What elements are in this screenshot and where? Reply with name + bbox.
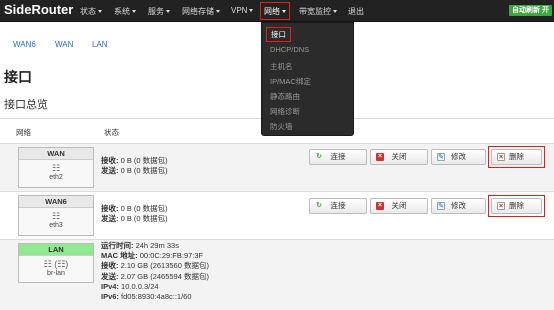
dropdown-item-dhcp-dns[interactable]: DHCP/DNS bbox=[270, 45, 309, 54]
dropdown-item-interfaces[interactable]: 接口 bbox=[266, 27, 291, 42]
device-name: eth3 bbox=[49, 222, 63, 229]
page-title: 接口 bbox=[4, 69, 32, 85]
status-line: IPv4: 10.0.0.3/24 bbox=[101, 281, 159, 291]
close-button[interactable]: × 关闭 bbox=[370, 149, 428, 165]
chevron-down-icon bbox=[333, 10, 337, 13]
menu-bandwidth[interactable]: 带宽监控 bbox=[299, 6, 337, 17]
brand-logo[interactable]: SideRouter bbox=[4, 2, 73, 17]
auto-refresh-badge[interactable]: 自动刷新 开 bbox=[509, 5, 552, 16]
table-row: WAN6 ☷ eth3 接收: 0 B (0 数据包) 发送: 0 B (0 数… bbox=[0, 192, 554, 240]
bridge-icon: ☷ (☷) bbox=[43, 259, 69, 269]
header-status: 状态 bbox=[104, 128, 119, 137]
status-block: 运行时间: 24h 29m 33s MAC 地址: 00:0C:29:FB:97… bbox=[101, 241, 209, 302]
status-line: 发送: 0 B (0 数据包) bbox=[101, 214, 168, 224]
network-name: WAN6 bbox=[19, 196, 93, 208]
network-name: WAN bbox=[19, 148, 93, 160]
edit-button[interactable]: ✎ 修改 bbox=[431, 149, 486, 165]
chevron-down-icon bbox=[132, 10, 136, 13]
network-name: LAN bbox=[19, 244, 93, 256]
network-box-lan: LAN ☷ (☷) br-lan bbox=[18, 243, 94, 283]
ethernet-port-icon: ☷ bbox=[51, 211, 61, 221]
status-line: 接收: 2.10 GB (2613560 数据包) bbox=[101, 261, 209, 271]
network-box-wan: WAN ☷ eth2 bbox=[18, 147, 94, 188]
dropdown-item-hostnames[interactable]: 主机名 bbox=[270, 61, 293, 72]
chevron-down-icon bbox=[98, 10, 102, 13]
status-line: 发送: 2.07 GB (2465594 数据包) bbox=[101, 271, 209, 281]
status-line: 接收: 0 B (0 数据包) bbox=[101, 156, 168, 165]
top-navbar: SideRouter 状态 系统 服务 网络存储 VPN 网络 带宽监控 退出 … bbox=[0, 0, 554, 22]
table-row: WAN ☷ eth2 接收: 0 B (0 数据包) 发送: 0 B (0 数据… bbox=[0, 144, 554, 192]
dropdown-item-firewall[interactable]: 防火墙 bbox=[270, 121, 293, 132]
device-name: br-lan bbox=[47, 270, 65, 277]
dropdown-item-diagnostics[interactable]: 网络诊断 bbox=[270, 106, 300, 117]
menu-system[interactable]: 系统 bbox=[114, 6, 136, 17]
menu-status[interactable]: 状态 bbox=[80, 6, 102, 17]
connect-button[interactable]: ↻ 连接 bbox=[309, 198, 367, 214]
ethernet-port-icon: ☷ bbox=[51, 163, 61, 173]
chevron-down-icon bbox=[249, 9, 254, 12]
status-line: MAC 地址: 00:0C:29:FB:97:3F bbox=[101, 251, 204, 261]
connect-button[interactable]: ↻ 连接 bbox=[309, 149, 367, 165]
header-network: 网络 bbox=[16, 128, 31, 137]
network-dropdown-menu: 接口 DHCP/DNS 主机名 IP/MAC绑定 静态路由 网络诊断 防火墙 bbox=[261, 22, 354, 136]
status-line: 发送: 0 B (0 数据包) bbox=[101, 166, 168, 176]
status-line: 接收: 0 B (0 数据包) bbox=[101, 204, 168, 213]
menu-vpn[interactable]: VPN bbox=[231, 6, 254, 15]
chevron-down-icon bbox=[166, 10, 170, 13]
tab-wan6[interactable]: WAN6 bbox=[13, 40, 36, 49]
status-block: 接收: 0 B (0 数据包) 发送: 0 B (0 数据包) bbox=[101, 204, 168, 224]
table-row: LAN ☷ (☷) br-lan 运行时间: 24h 29m 33s MAC 地… bbox=[0, 240, 554, 310]
section-title: 接口总览 bbox=[4, 99, 48, 111]
menu-services[interactable]: 服务 bbox=[148, 6, 170, 17]
status-line: IPv6: fd05:8930:4a8c::1/60 bbox=[101, 292, 192, 302]
device-name: eth2 bbox=[49, 174, 63, 181]
chevron-down-icon bbox=[282, 10, 286, 13]
chevron-down-icon bbox=[216, 10, 220, 13]
edit-button[interactable]: ✎ 修改 bbox=[431, 198, 486, 214]
dropdown-item-ip-mac-binding[interactable]: IP/MAC绑定 bbox=[270, 76, 311, 87]
highlight-box bbox=[488, 195, 545, 217]
highlight-box bbox=[488, 146, 545, 168]
menu-logout[interactable]: 退出 bbox=[348, 6, 364, 17]
tab-lan[interactable]: LAN bbox=[92, 40, 108, 49]
menu-nas[interactable]: 网络存储 bbox=[182, 6, 220, 17]
status-block: 接收: 0 B (0 数据包) 发送: 0 B (0 数据包) bbox=[101, 156, 168, 176]
status-line: 运行时间: 24h 29m 33s bbox=[101, 241, 179, 250]
close-button[interactable]: × 关闭 bbox=[370, 198, 428, 214]
network-box-wan6: WAN6 ☷ eth3 bbox=[18, 195, 94, 236]
menu-network[interactable]: 网络 bbox=[260, 2, 290, 20]
tab-wan[interactable]: WAN bbox=[55, 40, 73, 49]
dropdown-item-static-routes[interactable]: 静态路由 bbox=[270, 91, 300, 102]
